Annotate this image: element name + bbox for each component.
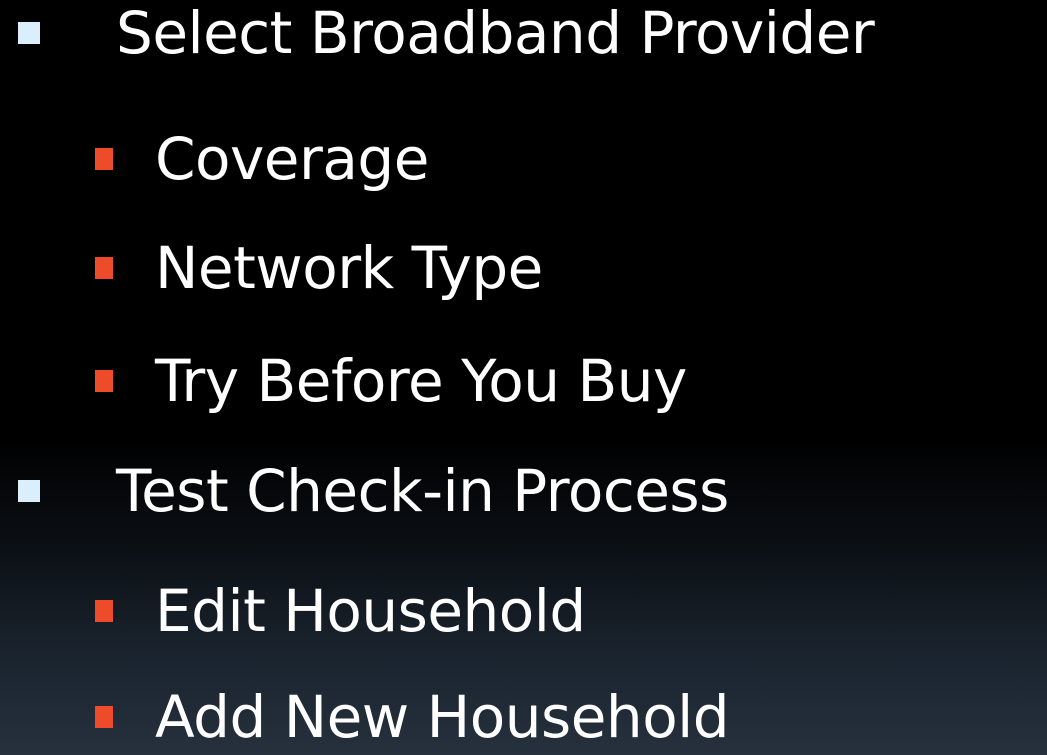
bullet-text: Edit Household — [155, 577, 586, 645]
square-bullet-icon — [95, 600, 113, 622]
bullet-text: Add New Household — [155, 683, 730, 751]
square-bullet-icon — [18, 480, 40, 502]
bullet-text: Select Broadband Provider — [116, 0, 875, 67]
square-bullet-icon — [18, 22, 40, 44]
square-bullet-icon — [95, 706, 113, 728]
bullet-text: Try Before You Buy — [155, 347, 687, 415]
bullet-item-coverage: Coverage — [0, 130, 429, 188]
square-bullet-icon — [95, 370, 113, 392]
bullet-item-edit-household: Edit Household — [0, 582, 586, 640]
square-bullet-icon — [95, 148, 113, 170]
square-bullet-icon — [95, 257, 113, 279]
bullet-text: Network Type — [155, 234, 543, 302]
bullet-item-add-new-household: Add New Household — [0, 683, 730, 751]
bullet-item-try-before-you-buy: Try Before You Buy — [0, 352, 687, 410]
bullet-text: Coverage — [155, 125, 429, 193]
bullet-text: Test Check-in Process — [116, 457, 729, 525]
bullet-item-select-broadband-provider: Select Broadband Provider — [0, 0, 875, 67]
bullet-item-test-check-in-process: Test Check-in Process — [0, 462, 729, 520]
bullet-item-network-type: Network Type — [0, 239, 543, 297]
slide: Select Broadband Provider Coverage Netwo… — [0, 0, 1047, 755]
